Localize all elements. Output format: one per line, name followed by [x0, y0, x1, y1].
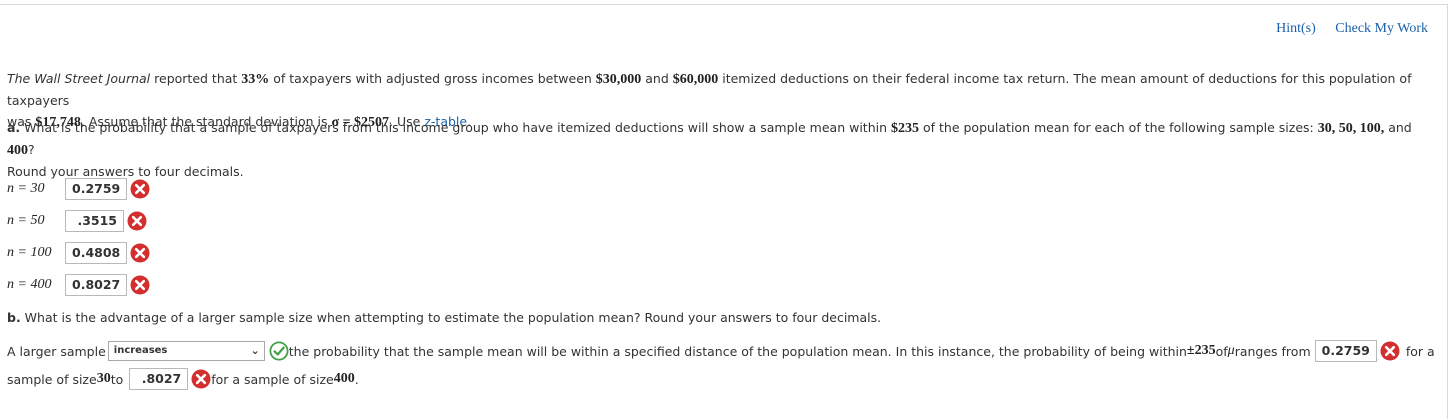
answer-row-n100: n = 100 0.4808	[7, 240, 150, 266]
x-circle-icon	[130, 275, 150, 295]
answer-row-n30: n = 30 0.2759	[7, 176, 150, 202]
part-b-text: A larger sample	[7, 343, 106, 359]
source-name: The Wall Street Journal	[7, 71, 151, 86]
part-a-text: and	[1384, 120, 1412, 135]
answer-input-n30[interactable]: 0.2759	[65, 178, 128, 200]
part-a-label: a.	[7, 120, 21, 135]
income-high: $60,000	[672, 72, 719, 87]
part-b-text: ranges from	[1234, 343, 1311, 359]
top-divider	[0, 4, 1448, 5]
intro-percent: 33%	[241, 72, 270, 87]
part-b-text: What is the advantage of a larger sample…	[20, 310, 882, 325]
intro-text: reported that	[150, 71, 242, 86]
check-my-work-link[interactable]: Check My Work	[1335, 21, 1428, 36]
part-b-answer-line1: A larger sample increases ⌄ the probabili…	[7, 338, 1447, 364]
intro-text: of taxpayers with adjusted gross incomes…	[269, 71, 596, 86]
part-b-answer-line2: sample of size 30 to .8027 for a sample …	[7, 366, 359, 392]
plus-minus-value: ±235	[1186, 343, 1216, 358]
x-circle-icon	[130, 179, 150, 199]
range-from-input[interactable]: 0.2759	[1314, 340, 1377, 362]
sample-size-large: 400	[333, 371, 355, 386]
part-a-question: a. What is the probability that a sample…	[7, 117, 1443, 182]
part-b-text: .	[354, 371, 359, 387]
header-links: Hint(s) Check My Work	[1260, 21, 1428, 37]
income-low: $30,000	[595, 72, 642, 87]
x-circle-icon	[1380, 341, 1400, 361]
part-a-text: What is the probability that a sample of…	[20, 120, 891, 135]
part-b-text: of	[1215, 343, 1228, 359]
answer-row-n50: n = 50 .3515	[7, 208, 147, 234]
x-circle-icon	[191, 369, 211, 389]
within-amount: $235	[891, 121, 919, 136]
part-b-label: b.	[7, 310, 21, 325]
part-b-text: for a sample of size	[211, 371, 334, 387]
sample-sizes: 30, 50, 100,	[1317, 121, 1385, 136]
answer-label: n = 30	[7, 181, 45, 196]
intro-text: and	[641, 71, 673, 86]
advantage-select[interactable]: increases ⌄	[107, 341, 265, 361]
part-a-text: of the population mean for each of the f…	[919, 120, 1318, 135]
chevron-down-icon: ⌄	[250, 344, 260, 357]
answer-label: n = 400	[7, 277, 52, 292]
part-b-text: for a	[1405, 343, 1435, 359]
answer-row-n400: n = 400 0.8027	[7, 272, 150, 298]
hints-link[interactable]: Hint(s)	[1276, 21, 1316, 36]
sample-size-small: 30	[96, 371, 111, 386]
mu-symbol: μ	[1227, 343, 1235, 358]
answer-input-n400[interactable]: 0.8027	[65, 274, 128, 296]
x-circle-icon	[127, 211, 147, 231]
part-b-text: the probability that the sample mean wil…	[288, 343, 1187, 359]
answer-input-n100[interactable]: 0.4808	[65, 242, 128, 264]
part-b-text: to	[110, 371, 124, 387]
part-b-text: sample of size	[7, 371, 97, 387]
sample-size-last: 400	[7, 143, 28, 158]
part-b-question: b. What is the advantage of a larger sam…	[7, 307, 1443, 328]
answer-input-n50[interactable]: .3515	[65, 210, 124, 232]
range-to-input[interactable]: .8027	[129, 368, 189, 390]
answer-label: n = 50	[7, 213, 45, 228]
right-divider	[1447, 4, 1448, 419]
answer-label: n = 100	[7, 245, 52, 260]
select-value: increases	[113, 345, 168, 356]
part-a-text: ?	[28, 142, 35, 157]
x-circle-icon	[130, 243, 150, 263]
check-circle-icon	[269, 341, 289, 361]
